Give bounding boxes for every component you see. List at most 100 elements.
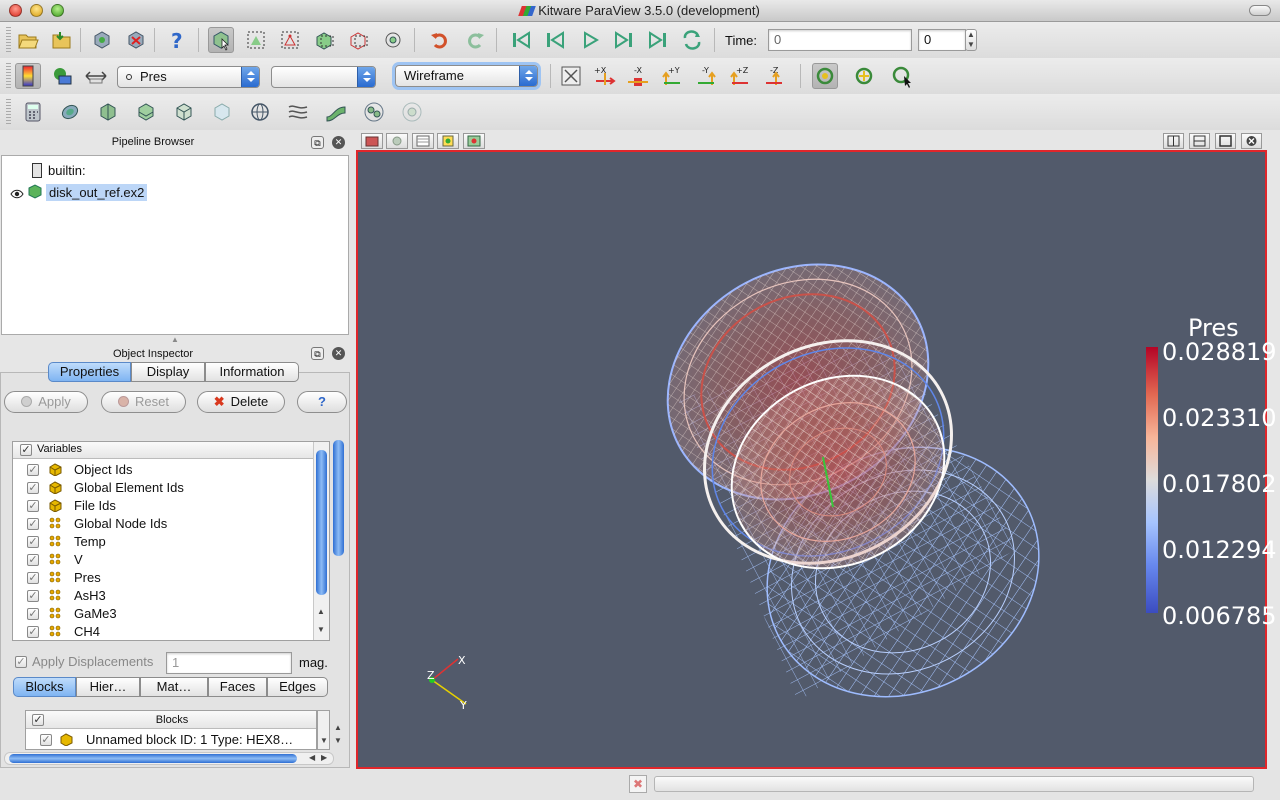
group-datasets-filter-button[interactable] [361, 99, 387, 125]
reset-center-button[interactable] [851, 63, 877, 89]
scroll-down-arrow-icon[interactable]: ▼ [334, 736, 342, 745]
save-data-button[interactable] [49, 27, 75, 53]
toggle-color-legend-button[interactable] [15, 63, 41, 89]
scroll-up-arrow-icon[interactable]: ▲ [317, 607, 325, 616]
select-cells-through-button[interactable] [311, 27, 337, 53]
variable-row[interactable]: ✓ Global Node Ids [13, 515, 313, 533]
last-frame-button[interactable] [645, 27, 671, 53]
capture-image-button[interactable] [361, 133, 383, 149]
block-row-label[interactable]: Unnamed block ID: 1 Type: HEX8… [86, 732, 293, 747]
select-block-button[interactable] [380, 27, 406, 53]
variable-row[interactable]: ✓ GaMe3 [13, 605, 313, 623]
view-settings-button[interactable] [386, 133, 408, 149]
next-frame-button[interactable] [611, 27, 637, 53]
variables-all-checkbox[interactable]: ✓ [20, 444, 32, 456]
reset-camera-button[interactable] [558, 63, 584, 89]
variable-row[interactable]: ✓ Temp [13, 533, 313, 551]
variables-scrollbar[interactable]: ▲ ▼ [313, 442, 329, 640]
contour-filter-button[interactable] [57, 99, 83, 125]
maximize-view-button[interactable] [1215, 133, 1236, 149]
pipeline-item-disk-out-ref[interactable]: disk_out_ref.ex2 [46, 184, 148, 201]
loop-button[interactable] [679, 27, 705, 53]
play-button[interactable] [577, 27, 603, 53]
connect-server-button[interactable] [89, 27, 115, 53]
view-plus-x-button[interactable]: +X [592, 63, 618, 89]
undo-button[interactable] [427, 27, 453, 53]
select-cells-on-button[interactable] [243, 27, 269, 53]
variable-row[interactable]: ✓ Global Element Ids [13, 479, 313, 497]
close-window-button[interactable] [9, 4, 22, 17]
time-step-spinbox[interactable]: 0 [918, 29, 966, 51]
time-input[interactable]: 0 [768, 29, 912, 51]
apply-button[interactable]: Apply [4, 391, 88, 413]
variable-row[interactable]: ✓ AsH3 [13, 587, 313, 605]
selection-inspector-button[interactable] [412, 133, 434, 149]
variable-row[interactable]: ✓ CH4 [13, 623, 313, 640]
close-view-button[interactable] [1241, 133, 1262, 149]
float-panel-icon[interactable]: ⧉ [311, 136, 324, 149]
scroll-left-arrow-icon[interactable]: ◀ [309, 753, 315, 762]
view-minus-y-button[interactable]: -Y [694, 63, 720, 89]
subtab-blocks[interactable]: Blocks [13, 677, 76, 697]
variable-row[interactable]: ✓ Pres [13, 569, 313, 587]
variable-checkbox[interactable]: ✓ [27, 626, 39, 638]
subtab-hierarchy[interactable]: Hier… [76, 677, 140, 697]
tab-information[interactable]: Information [205, 362, 299, 382]
select-points-through-button[interactable] [345, 27, 371, 53]
toolbar-grip[interactable] [6, 27, 11, 53]
extract-subset-filter-button[interactable] [209, 99, 235, 125]
displacement-magnitude-input[interactable]: 1 [166, 652, 292, 674]
view-minus-z-button[interactable]: -Z [762, 63, 788, 89]
open-file-button[interactable] [15, 27, 41, 53]
close-panel-icon[interactable]: ✕ [332, 136, 345, 149]
variable-checkbox[interactable]: ✓ [27, 608, 39, 620]
float-panel-icon[interactable]: ⧉ [311, 347, 324, 360]
scrollbar-thumb[interactable] [316, 450, 327, 595]
glyph-filter-button[interactable] [247, 99, 273, 125]
previous-frame-button[interactable] [542, 27, 568, 53]
render-view[interactable]: X Y Z [356, 150, 1267, 769]
toolbar-grip[interactable] [6, 63, 11, 89]
inspector-scrollbar[interactable]: ▲ ▼ [331, 436, 347, 748]
clip-filter-button[interactable] [95, 99, 121, 125]
subtab-faces[interactable]: Faces [208, 677, 267, 697]
variable-row[interactable]: ✓ V [13, 551, 313, 569]
calculator-filter-button[interactable] [20, 99, 46, 125]
lookmark-button[interactable] [437, 133, 459, 149]
minimize-window-button[interactable] [30, 4, 43, 17]
subtab-materials[interactable]: Mat… [140, 677, 208, 697]
close-panel-icon[interactable]: ✕ [332, 347, 345, 360]
scroll-down-arrow-icon[interactable]: ▼ [317, 625, 325, 634]
subtab-edges[interactable]: Edges [267, 677, 328, 697]
warp-by-vector-filter-button[interactable] [323, 99, 349, 125]
inspector-scrollbar-thumb[interactable] [333, 440, 344, 556]
reset-button[interactable]: Reset [101, 391, 186, 413]
first-frame-button[interactable] [508, 27, 534, 53]
tab-display[interactable]: Display [131, 362, 205, 382]
view-plus-z-button[interactable]: +Z [728, 63, 754, 89]
toolbar-toggle-button[interactable] [1249, 5, 1271, 16]
scroll-up-arrow-icon[interactable]: ▲ [334, 723, 342, 732]
interact-mode-button[interactable] [208, 27, 234, 53]
edit-color-map-button[interactable] [49, 63, 75, 89]
representation-dropdown[interactable]: Wireframe [395, 65, 538, 87]
variable-checkbox[interactable]: ✓ [27, 590, 39, 602]
time-step-spinner-arrows[interactable]: ▲ ▼ [965, 29, 977, 51]
color-by-dropdown[interactable]: Pres [117, 66, 260, 88]
variable-checkbox[interactable]: ✓ [27, 572, 39, 584]
select-points-on-button[interactable] [277, 27, 303, 53]
variable-checkbox[interactable]: ✓ [27, 536, 39, 548]
blocks-scrollbar[interactable]: ▼ [317, 710, 330, 750]
camera-link-button[interactable] [463, 133, 485, 149]
hscroll-thumb[interactable] [9, 754, 297, 763]
eye-visibility-icon[interactable] [10, 187, 24, 199]
splitter-handle[interactable]: ▲ [171, 335, 179, 344]
block-checkbox[interactable]: ✓ [40, 734, 52, 746]
variable-checkbox[interactable]: ✓ [27, 482, 39, 494]
variable-checkbox[interactable]: ✓ [27, 500, 39, 512]
variable-row[interactable]: ✓ File Ids [13, 497, 313, 515]
apply-displacements-checkbox[interactable]: ✓ [15, 656, 27, 668]
inspector-help-button[interactable]: ? [297, 391, 347, 413]
redo-button[interactable] [462, 27, 488, 53]
pipeline-item-builtin[interactable]: builtin: [48, 163, 86, 178]
